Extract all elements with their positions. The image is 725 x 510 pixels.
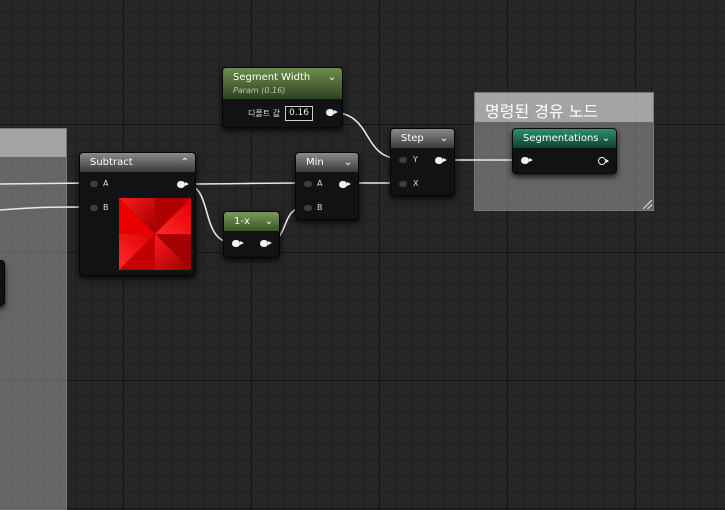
output-pin-icon[interactable]: [339, 181, 351, 188]
segment-width-header[interactable]: Segment Width Param (0.16) ⌄: [223, 68, 342, 99]
pin-b-label: B: [317, 203, 323, 212]
one-minus-x-node[interactable]: 1-x ⌄: [223, 211, 280, 258]
segmentations-header[interactable]: Segmentations ⌄: [513, 129, 616, 148]
pin-x-label: X: [413, 179, 419, 188]
subtract-header[interactable]: Subtract ⌃: [80, 153, 195, 172]
pin-b-input-icon[interactable]: [304, 205, 312, 211]
output-pin-icon[interactable]: [260, 240, 272, 247]
default-value-label: 디폴트 값: [248, 109, 280, 118]
chevron-down-icon[interactable]: ⌄: [263, 212, 275, 231]
chevron-down-icon[interactable]: ⌄: [600, 129, 612, 148]
input-pin-icon[interactable]: [521, 157, 533, 164]
min-node[interactable]: Min ⌄ A B: [295, 152, 359, 220]
output-pin-icon[interactable]: [598, 157, 609, 165]
chevron-down-icon[interactable]: ⌄: [342, 153, 354, 172]
min-title: Min: [306, 157, 324, 168]
output-pin-icon[interactable]: [435, 157, 447, 164]
wire-subtract-to-min-a: [183, 182, 307, 185]
one-minus-x-title: 1-x: [234, 216, 250, 227]
subtract-title: Subtract: [90, 157, 133, 168]
subtract-node[interactable]: Subtract ⌃ A B: [79, 152, 196, 276]
pin-a-label: A: [103, 179, 109, 188]
step-node[interactable]: Step ⌄ Y X: [390, 128, 455, 196]
wire-offscreen-to-subtract-a: [0, 182, 91, 185]
one-minus-x-header[interactable]: 1-x ⌄: [224, 212, 279, 231]
step-header[interactable]: Step ⌄: [391, 129, 454, 148]
step-title: Step: [401, 133, 424, 144]
segmentations-title: Segmentations: [523, 133, 599, 144]
pin-a-input-icon[interactable]: [304, 181, 312, 187]
chevron-up-icon[interactable]: ⌃: [179, 153, 191, 172]
segment-width-subtitle: Param (0.16): [233, 86, 286, 95]
default-value-field[interactable]: 0.16: [285, 106, 313, 121]
segment-width-node[interactable]: Segment Width Param (0.16) ⌄ 디폴트 값 0.16: [222, 67, 343, 128]
input-pin-icon[interactable]: [232, 240, 244, 247]
pin-y-label: Y: [413, 155, 418, 164]
pin-a-input-icon[interactable]: [90, 181, 98, 187]
pin-y-input-icon[interactable]: [399, 157, 407, 163]
pin-a-label: A: [317, 179, 323, 188]
chevron-down-icon[interactable]: ⌄: [438, 129, 450, 148]
output-pin-icon[interactable]: [326, 109, 338, 116]
preview-thumbnail: [119, 198, 191, 270]
pin-b-input-icon[interactable]: [90, 205, 98, 211]
output-pin-icon[interactable]: [177, 181, 189, 188]
pin-b-label: B: [103, 203, 109, 212]
segmentations-node[interactable]: Segmentations ⌄: [512, 128, 617, 174]
min-header[interactable]: Min ⌄: [296, 153, 358, 172]
chevron-down-icon[interactable]: ⌄: [326, 68, 338, 87]
wire-offscreen-to-subtract-b: [0, 206, 92, 211]
pin-x-input-icon[interactable]: [399, 181, 407, 187]
